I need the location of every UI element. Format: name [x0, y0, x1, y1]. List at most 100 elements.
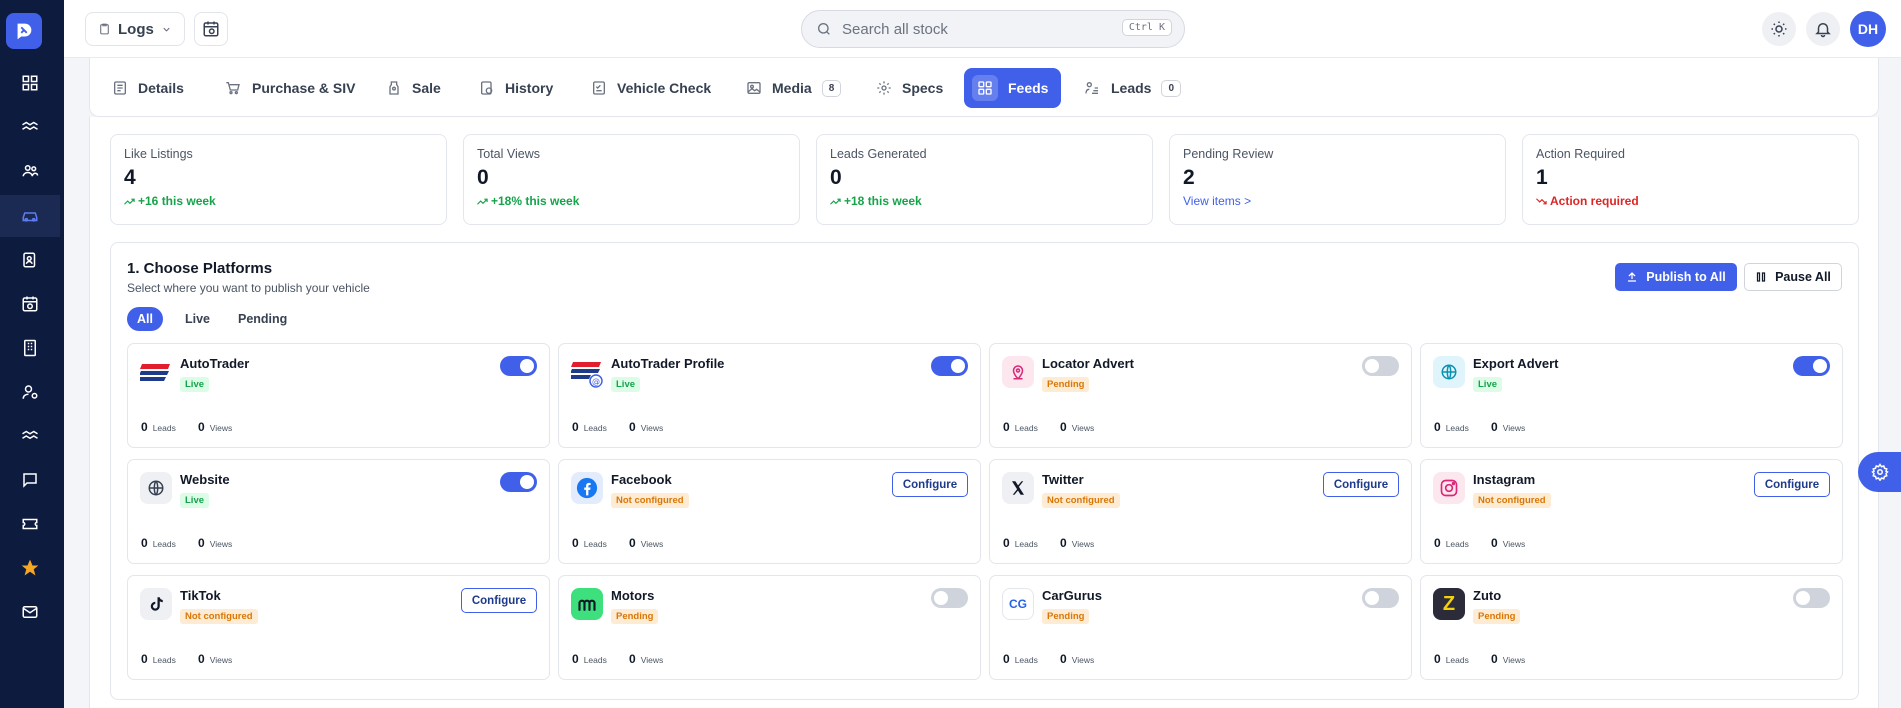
platform-toggle[interactable] — [1793, 588, 1830, 608]
trend-up-icon — [124, 198, 135, 205]
instagram-icon — [1433, 472, 1465, 504]
platform-name: Export Advert — [1473, 356, 1559, 371]
logs-dropdown[interactable]: Logs — [85, 12, 185, 46]
views-metric: 0 Views — [629, 420, 664, 434]
floating-settings-button[interactable] — [1858, 452, 1901, 492]
calendar-button[interactable] — [194, 12, 228, 46]
tab-media[interactable]: Media 8 — [735, 68, 852, 108]
configure-button[interactable]: Configure — [1754, 472, 1830, 497]
configure-button[interactable]: Configure — [1323, 472, 1399, 497]
tab-vehicle-check[interactable]: Vehicle Check — [580, 68, 722, 108]
sidebar-item-user-settings[interactable] — [0, 371, 60, 413]
leads-metric: 0 Leads — [141, 420, 176, 434]
tab-sale[interactable]: Sale — [375, 68, 452, 108]
platform-card-zuto: Z Zuto Pending 0 Leads 0 Views — [1420, 575, 1843, 680]
tab-label: Sale — [412, 80, 441, 96]
sidebar-item-tickets[interactable] — [0, 503, 60, 545]
sidebar-item-calendar[interactable] — [0, 283, 60, 325]
stat-label: Leads Generated — [830, 147, 927, 161]
handshake-icon — [22, 121, 38, 131]
platform-toggle[interactable] — [931, 356, 968, 376]
views-metric: 0 Views — [198, 652, 233, 666]
pause-all-button[interactable]: Pause All — [1744, 263, 1842, 291]
autotrader-profile-logo-icon: @ — [571, 356, 603, 388]
search-input[interactable] — [842, 20, 1122, 38]
publish-all-button[interactable]: Publish to All — [1615, 263, 1737, 291]
leads-icon — [1083, 80, 1101, 96]
notifications-button[interactable] — [1806, 12, 1840, 46]
globe-icon — [140, 472, 172, 504]
sidebar — [0, 0, 64, 708]
filter-all[interactable]: All — [127, 307, 163, 331]
leads-metric: 0 Leads — [572, 536, 607, 550]
stat-trend: +16 this week — [124, 194, 433, 208]
status-badge: Not configured — [180, 609, 258, 624]
platform-name: Instagram — [1473, 472, 1536, 487]
logo-icon — [17, 23, 32, 40]
app-logo[interactable] — [6, 13, 42, 49]
sidebar-item-favourites[interactable] — [0, 547, 60, 589]
details-icon — [112, 80, 128, 96]
globe-icon — [1433, 356, 1465, 388]
sidebar-item-reports[interactable] — [0, 239, 60, 281]
pause-icon — [1756, 272, 1766, 282]
stat-card-like-listings: Like Listings 4 +16 this week — [110, 134, 447, 225]
stat-label: Like Listings — [124, 147, 193, 161]
tab-specs[interactable]: Specs — [865, 68, 954, 108]
sidebar-item-mail[interactable] — [0, 591, 60, 633]
views-metric: 0 Views — [1491, 652, 1526, 666]
trend-up-icon — [477, 198, 488, 205]
configure-button[interactable]: Configure — [892, 472, 968, 497]
platform-toggle[interactable] — [500, 472, 537, 492]
tab-label: Leads — [1111, 80, 1152, 96]
views-metric: 0 Views — [1491, 536, 1526, 550]
tab-label: Details — [138, 80, 184, 96]
stat-card-pending-review: Pending Review 2 View items > — [1169, 134, 1506, 225]
sidebar-item-messages[interactable] — [0, 459, 60, 501]
sidebar-item-stock[interactable] — [0, 195, 60, 237]
leads-metric: 0 Leads — [1434, 420, 1469, 434]
sidebar-item-company[interactable] — [0, 327, 60, 369]
sidebar-item-partners[interactable] — [0, 415, 60, 457]
dashboard-icon — [22, 75, 38, 91]
leads-metric: 0 Leads — [1434, 652, 1469, 666]
stat-label: Pending Review — [1183, 147, 1274, 161]
configure-button[interactable]: Configure — [461, 588, 537, 613]
stat-trend: Action required — [1536, 194, 1845, 208]
leads-count-badge: 0 — [1161, 79, 1182, 97]
platform-toggle[interactable] — [500, 356, 537, 376]
platform-name: Website — [180, 472, 230, 487]
tab-purchase-siv[interactable]: Purchase & SIV — [213, 68, 367, 108]
x-twitter-icon — [1002, 472, 1034, 504]
filter-live[interactable]: Live — [175, 307, 220, 331]
filter-pending[interactable]: Pending — [228, 307, 297, 331]
calendar-clock-icon — [203, 21, 219, 37]
tab-details[interactable]: Details — [101, 68, 195, 108]
avatar[interactable]: DH — [1850, 11, 1886, 47]
platform-name: Facebook — [611, 472, 672, 487]
tab-history[interactable]: History — [468, 68, 564, 108]
platform-toggle[interactable] — [1793, 356, 1830, 376]
sidebar-item-deals[interactable] — [0, 106, 60, 148]
stat-trend: +18 this week — [830, 194, 1139, 208]
platform-toggle[interactable] — [1362, 588, 1399, 608]
trend-up-icon — [830, 198, 841, 205]
theme-toggle-button[interactable] — [1762, 12, 1796, 46]
tab-leads[interactable]: Leads 0 — [1072, 68, 1192, 108]
view-items-link[interactable]: View items > — [1183, 194, 1492, 208]
stat-card-action-required: Action Required 1 Action required — [1522, 134, 1859, 225]
stat-label: Total Views — [477, 147, 540, 161]
platform-card-instagram: Instagram Not configured Configure 0 Lead… — [1420, 459, 1843, 564]
facebook-icon — [571, 472, 603, 504]
platform-card-locator-advert: Locator Advert Pending 0 Leads 0 Views — [989, 343, 1412, 448]
sidebar-item-customers[interactable] — [0, 150, 60, 192]
media-count-badge: 8 — [821, 79, 842, 97]
platform-card-cargurus: CG CarGurus Pending 0 Leads 0 Views — [989, 575, 1412, 680]
search-bar[interactable]: Ctrl K — [801, 10, 1185, 48]
tab-label: Media — [772, 80, 812, 96]
status-badge: Pending — [611, 609, 659, 624]
platform-toggle[interactable] — [931, 588, 968, 608]
sidebar-item-dashboard[interactable] — [0, 62, 60, 104]
tab-feeds[interactable]: Feeds — [964, 68, 1062, 108]
platform-toggle[interactable] — [1362, 356, 1399, 376]
